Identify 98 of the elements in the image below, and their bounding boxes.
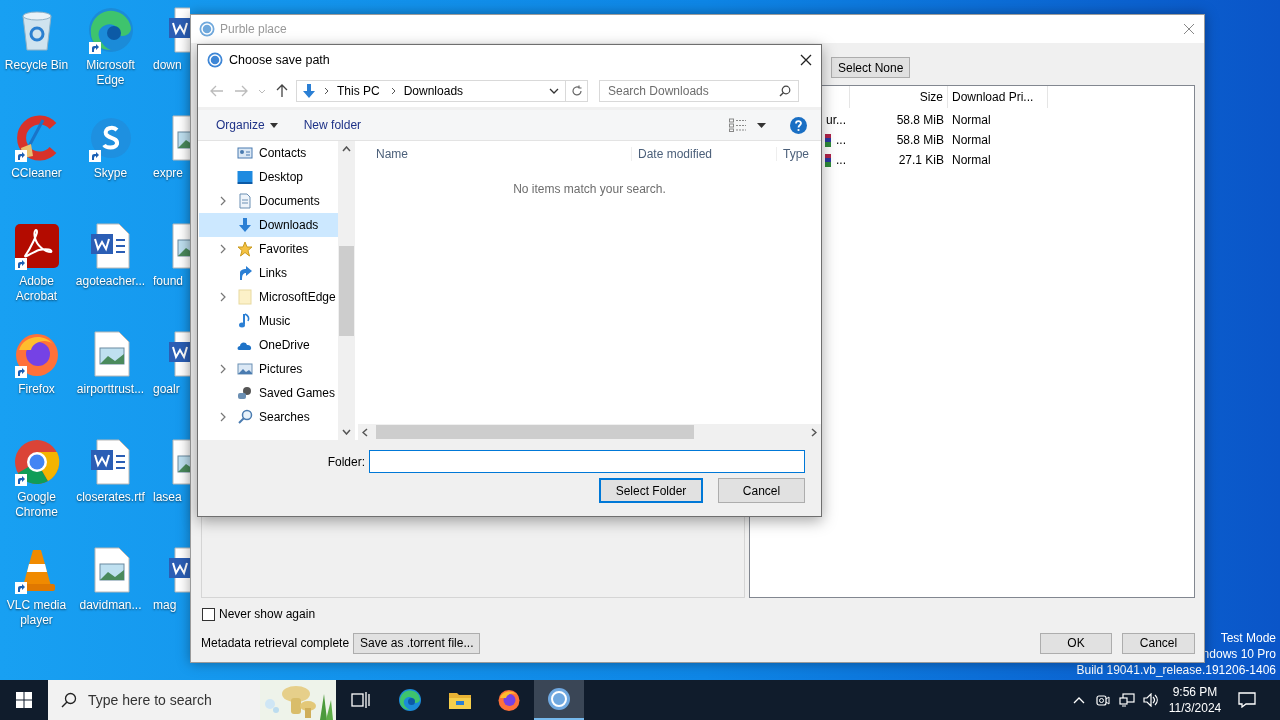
help-icon[interactable]	[790, 116, 807, 134]
column-header[interactable]: Date modified	[631, 146, 776, 161]
expand-chevron-icon[interactable]	[220, 412, 226, 422]
qbittorrent-icon	[199, 21, 215, 37]
folder-tree-item[interactable]: Contacts	[199, 141, 338, 165]
contact-card-icon	[237, 145, 253, 161]
window-title: Purble place	[220, 22, 287, 36]
scrollbar[interactable]	[358, 424, 821, 440]
monitor-icon	[237, 169, 253, 185]
chevron-icon	[324, 87, 330, 95]
column-header[interactable]: Type	[776, 146, 809, 161]
task-view-icon	[350, 691, 371, 709]
joystick-icon	[237, 385, 253, 401]
network-icon[interactable]	[1119, 693, 1135, 707]
notification-icon[interactable]	[1238, 692, 1256, 708]
checkbox[interactable]	[202, 607, 215, 621]
table-cell-text: Normal	[951, 153, 992, 167]
folder-tree-item[interactable]: Music	[199, 309, 338, 333]
cancel-button[interactable]: Cancel	[1122, 632, 1195, 654]
folder-tree-item[interactable]: Documents	[199, 189, 338, 213]
acrobat-icon	[12, 222, 61, 270]
qbittorrent-icon	[207, 52, 223, 68]
picture-frame-icon	[237, 361, 253, 377]
scrollbar[interactable]	[338, 141, 355, 440]
taskbar-search-field[interactable]: Type here to search	[48, 680, 260, 720]
folder-tree-item[interactable]: Downloads	[199, 213, 338, 237]
expand-chevron-icon[interactable]	[220, 196, 226, 206]
column-header[interactable]: Size	[850, 86, 948, 108]
table-cell: ...	[836, 133, 846, 147]
star-icon	[237, 241, 253, 257]
view-options-icon[interactable]	[729, 118, 747, 132]
expand-chevron-icon[interactable]	[220, 364, 226, 374]
address-bar[interactable]: This PC Downloads	[296, 80, 566, 102]
table-cell-text: 58.8 MiB	[895, 113, 945, 127]
qbittorrent-icon	[546, 687, 571, 711]
folder-tree-item[interactable]: OneDrive	[199, 333, 338, 357]
select-none-button[interactable]: Select None	[831, 57, 911, 78]
table-cell-text: 58.8 MiB	[895, 133, 945, 147]
table-cell: ...	[836, 153, 846, 167]
folder-icon	[447, 690, 472, 710]
folder-tree-item[interactable]: MicrosoftEdge	[199, 285, 338, 309]
firefox-icon	[497, 688, 522, 712]
expand-chevron-icon[interactable]	[220, 244, 226, 254]
folder-tree-item[interactable]: Favorites	[199, 237, 338, 261]
start-icon[interactable]	[16, 692, 32, 708]
search-icon	[61, 692, 77, 708]
dropdown-caret-icon[interactable]	[549, 88, 559, 94]
column-header[interactable]: Download Pri...	[948, 86, 1048, 108]
up-arrow-icon[interactable]	[276, 84, 288, 98]
chrome-icon	[12, 438, 61, 486]
edge-icon	[398, 688, 423, 712]
breadcrumb-item[interactable]: Downloads	[403, 84, 464, 98]
refresh-icon[interactable]	[570, 85, 583, 97]
new-folder-button[interactable]: New folder	[297, 113, 368, 137]
download-arrow-icon	[301, 83, 317, 99]
folder-label: Folder:	[327, 454, 365, 469]
folder-tree-item[interactable]: Pictures	[199, 357, 338, 381]
magnifier-icon	[237, 409, 253, 425]
folder-icon	[237, 289, 253, 305]
chevron-icon	[390, 87, 397, 95]
folder-tree-item[interactable]: Links	[199, 261, 338, 285]
table-cell-text: Normal	[951, 113, 992, 127]
dialog-title: Choose save path	[229, 53, 330, 67]
clock-time[interactable]: 9:56 PM	[1172, 684, 1218, 700]
edge-icon	[86, 6, 135, 54]
search-icon	[779, 85, 791, 97]
table-cell-text: 27.1 KiB	[897, 153, 945, 167]
caret-icon	[269, 122, 278, 128]
close-icon[interactable]	[800, 54, 812, 66]
download-arrow-icon	[237, 217, 253, 233]
system-notice-text: Build 19041.vb_release.191206-1406	[1076, 662, 1276, 678]
table-cell-text: Normal	[951, 133, 992, 147]
checkbox-label: Never show again	[219, 607, 316, 621]
volume-icon[interactable]	[1143, 693, 1159, 707]
cancel-button[interactable]: Cancel	[718, 478, 805, 503]
document-icon	[237, 193, 253, 209]
arrow-icon	[237, 265, 253, 281]
folder-tree-item[interactable]: Searches	[199, 405, 338, 429]
organize-button[interactable]: Organize	[210, 113, 284, 137]
system-notice-text: Test Mode	[1220, 630, 1276, 646]
ok-button[interactable]: OK	[1040, 632, 1112, 654]
folder-field[interactable]	[369, 450, 805, 473]
folder-tree-item[interactable]: Desktop	[199, 165, 338, 189]
expand-chevron-icon[interactable]	[220, 292, 226, 302]
breadcrumb-item[interactable]: This PC	[337, 84, 380, 98]
search-field[interactable]: Search Downloads	[599, 80, 799, 102]
empty-message: No items match your search.	[513, 182, 666, 197]
camera-icon[interactable]	[1096, 693, 1110, 707]
table-cell: ur...	[826, 113, 846, 127]
taskbar-app-button[interactable]	[534, 680, 584, 720]
status-text: Metadata retrieval complete	[201, 636, 350, 650]
save-torrent-button[interactable]: Save as .torrent file...	[353, 632, 481, 654]
folder-tree-item[interactable]: Saved Games	[199, 381, 338, 405]
caret-icon[interactable]	[757, 122, 766, 128]
select-folder-button[interactable]: Select Folder	[599, 478, 703, 503]
caret-up-icon[interactable]	[1073, 696, 1085, 704]
clock-date[interactable]: 11/3/2024	[1168, 700, 1222, 716]
column-header[interactable]: Name	[358, 146, 631, 161]
